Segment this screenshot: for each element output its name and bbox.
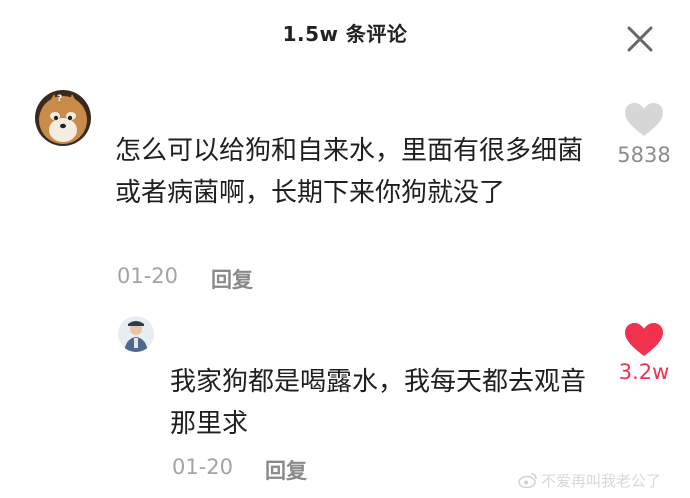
shiba-dog-avatar[interactable]: ? <box>35 90 91 146</box>
weibo-logo <box>518 472 538 492</box>
watermark: 不爱再叫我老公了 <box>518 470 661 492</box>
like-count: 3.2w <box>618 360 670 384</box>
comment-time: 01-20 <box>172 455 234 479</box>
close-icon <box>627 26 653 52</box>
like-count: 5838 <box>617 143 671 167</box>
close-button[interactable] <box>622 22 658 56</box>
comment-text: 怎么可以给狗和自来水，里面有很多细菌或者病菌啊，长期下来你狗就没了 <box>115 136 584 208</box>
heart-icon <box>625 103 663 136</box>
person-avatar[interactable] <box>118 316 154 352</box>
reply-button[interactable]: 回复 <box>211 264 253 294</box>
svg-text:?: ? <box>57 94 62 104</box>
heart-icon <box>625 323 663 356</box>
reply-button[interactable]: 回复 <box>265 455 307 485</box>
comment-time: 01-20 <box>117 264 179 288</box>
comments-header-title: 1.5w 条评论 <box>282 22 408 46</box>
like-button[interactable] <box>624 322 664 362</box>
like-button[interactable] <box>624 102 664 142</box>
comment-text: 我家狗都是喝露水，我每天都去观音那里求 <box>170 367 587 439</box>
watermark-text: 不爱再叫我老公了 <box>541 472 662 490</box>
